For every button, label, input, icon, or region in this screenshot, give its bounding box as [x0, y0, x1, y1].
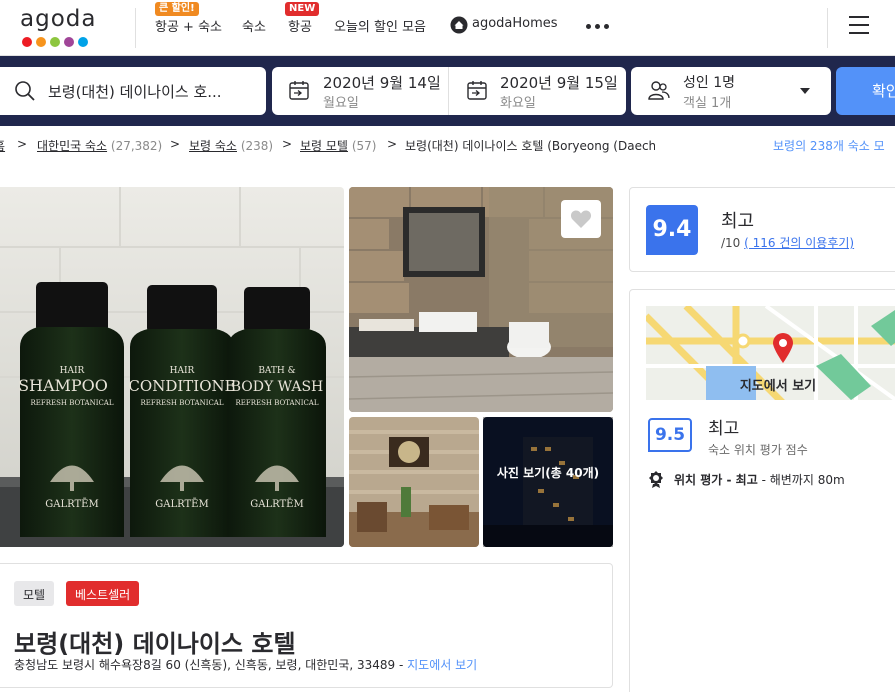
lobby-photo-art [349, 417, 479, 547]
address-text: 충청남도 보령시 해수욕장8길 60 (신흑동), 신흑동, 보령, 대한민국,… [14, 658, 408, 672]
logo-dot-blue [78, 37, 88, 47]
hotel-info-card: 모텔 베스트셀러 보령(대천) 데이나이스 호텔 충청남도 보령시 해수욕장8길… [0, 563, 613, 688]
bottle-3-name: BODY WASH [231, 379, 324, 395]
flight-new-badge: NEW [285, 2, 320, 16]
hotel-name: 보령(대천) 데이나이스 호텔 [14, 630, 296, 658]
bottle-3-sub: REFRESH BOTANICAL [235, 399, 318, 407]
bottle-1-brand: GALRTĒM [45, 498, 98, 510]
logo-dots [22, 37, 88, 47]
breadcrumb-home[interactable]: 홈 [0, 139, 5, 153]
guests-adults: 성인 1명 [683, 75, 735, 91]
reviews-link[interactable]: ( 116 건의 이용후기) [744, 236, 854, 250]
nav-divider-right [827, 8, 828, 48]
destination-value: 보령(대천) 데이나이스 호... [48, 83, 222, 101]
review-score-card: 9.4 최고 /10 ( 116 건의 이용후기) [629, 187, 895, 272]
agoda-logo[interactable]: agoda [20, 6, 100, 48]
bestseller-tag: 베스트셀러 [66, 581, 140, 606]
agoda-homes-icon [450, 16, 468, 34]
search-confirm-button[interactable]: 확인 [836, 67, 895, 115]
logo-dot-green [50, 37, 60, 47]
checkout-calendar-icon [467, 81, 487, 100]
nav-flight-hotel[interactable]: 항공 + 숙소 [155, 16, 222, 35]
flight-hotel-badge: 큰 할인! [155, 2, 199, 16]
location-score-badge: 9.5 [648, 418, 692, 452]
review-score-badge: 9.4 [646, 205, 698, 255]
breadcrumb: 홈 > 대한민국 숙소 (27,382) > 보령 숙소 (238) > 보령 … [0, 126, 895, 162]
checkout-date: 2020년 9월 15일 [500, 74, 618, 92]
map-pin-icon [773, 333, 793, 363]
breadcrumb-country[interactable]: 대한민국 숙소 [37, 139, 107, 153]
top-nav: agoda 큰 할인! 항공 + 숙소 숙소 NEW 항공 오늘의 할인 모음 … [0, 0, 895, 56]
hotel-address: 충청남도 보령시 해수욕장8길 60 (신흑동), 신흑동, 보령, 대한민국,… [14, 656, 477, 673]
bottle-1-top: HAIR [60, 366, 85, 376]
date-divider [448, 67, 449, 115]
view-all-photos-overlay[interactable]: 사진 보기(총 40개) [483, 417, 613, 547]
award-badge-icon [649, 471, 663, 488]
nav-divider [135, 8, 136, 48]
breadcrumb-country-count: (27,382) [110, 139, 163, 153]
bottle-1-sub: REFRESH BOTANICAL [30, 399, 113, 407]
destination-field[interactable]: 보령(대천) 데이나이스 호... [0, 67, 266, 115]
checkin-day: 월요일 [323, 96, 359, 111]
location-rating-row: 위치 평가 - 최고 - 해변까지 80m [648, 470, 845, 488]
guests-icon [648, 81, 670, 100]
mini-map[interactable]: 지도에서 보기 [646, 306, 895, 400]
nav-deals[interactable]: 오늘의 할인 모음 [334, 16, 426, 35]
breadcrumb-type[interactable]: 보령 모텔 [300, 139, 348, 153]
amenities-photo-art: HAIR SHAMPOO REFRESH BOTANICAL GALRTĒM H… [0, 187, 344, 547]
location-distance: - 해변까지 80m [757, 472, 845, 487]
search-icon [15, 81, 35, 101]
breadcrumb-sep: > [17, 137, 28, 151]
bottle-2-sub: REFRESH BOTANICAL [140, 399, 223, 407]
search-bar: 보령(대천) 데이나이스 호... 2020년 9월 14일 월요일 2020년… [0, 56, 895, 126]
checkout-day: 화요일 [500, 96, 536, 111]
main-photo-amenities[interactable]: HAIR SHAMPOO REFRESH BOTANICAL GALRTĒM H… [0, 187, 344, 547]
map-view-label[interactable]: 지도에서 보기 [646, 375, 895, 394]
guests-rooms: 객실 1개 [683, 96, 732, 111]
address-map-link[interactable]: 지도에서 보기 [407, 658, 477, 672]
heart-icon [570, 210, 592, 228]
lobby-photo[interactable] [349, 417, 479, 547]
date-range-field[interactable]: 2020년 9월 14일 월요일 2020년 9월 15일 화요일 [272, 67, 626, 115]
review-score-label: 최고 [721, 211, 755, 232]
all-properties-link[interactable]: 보령의 238개 숙소 모 [773, 137, 885, 154]
favorite-button[interactable] [561, 200, 601, 238]
location-score-sub: 숙소 위치 평가 점수 [708, 443, 808, 457]
location-card: 지도에서 보기 9.5 최고 숙소 위치 평가 점수 위치 평가 - 최고 - … [629, 289, 895, 692]
bottle-3-top: BATH & [258, 366, 295, 376]
bottle-3-brand: GALRTĒM [250, 498, 303, 510]
bottle-2-top: HAIR [170, 366, 195, 376]
guests-field[interactable]: 성인 1명 객실 1개 [631, 67, 831, 115]
logo-text: agoda [20, 6, 97, 32]
breadcrumb-sep: > [387, 137, 398, 151]
page-root: agoda 큰 할인! 항공 + 숙소 숙소 NEW 항공 오늘의 할인 모음 … [0, 0, 895, 692]
nav-flight[interactable]: 항공 [288, 16, 312, 35]
breadcrumb-type-count: (57) [351, 139, 377, 153]
bottle-2-brand: GALRTĒM [155, 498, 208, 510]
bottle-2-name: CONDITIONE [128, 377, 235, 395]
photo-gallery: HAIR SHAMPOO REFRESH BOTANICAL GALRTĒM H… [0, 187, 613, 547]
bottle-1-name: SHAMPOO [18, 376, 108, 395]
logo-dot-red [22, 37, 32, 47]
breadcrumb-city[interactable]: 보령 숙소 [189, 139, 237, 153]
breadcrumb-sep: > [282, 137, 293, 151]
checkin-calendar-icon [289, 81, 309, 100]
breadcrumb-current: 보령(대천) 데이나이스 호텔 (Boryeong (Daech [405, 139, 655, 153]
nav-agoda-homes[interactable]: agodaHomes [472, 16, 558, 31]
property-type-tag: 모텔 [14, 581, 55, 606]
breadcrumb-sep: > [170, 137, 181, 151]
hamburger-menu-icon[interactable] [849, 16, 869, 34]
more-icon[interactable] [586, 24, 609, 29]
breadcrumb-city-count: (238) [240, 139, 274, 153]
location-rating-text: 위치 평가 - 최고 [674, 472, 758, 487]
location-score-label: 최고 [708, 419, 740, 439]
nav-hotel[interactable]: 숙소 [242, 16, 266, 35]
checkin-date: 2020년 9월 14일 [323, 74, 441, 92]
score-out-of: /10 [721, 236, 745, 250]
logo-dot-orange [36, 37, 46, 47]
chevron-down-icon [800, 88, 810, 94]
review-score-sub: /10 ( 116 건의 이용후기) [721, 234, 854, 251]
logo-dot-purple [64, 37, 74, 47]
